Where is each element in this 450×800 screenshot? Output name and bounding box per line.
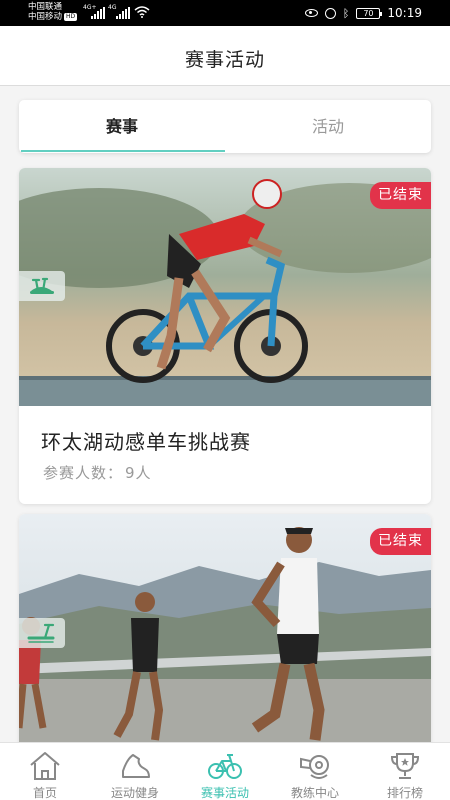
- nav-ranking[interactable]: 排行榜: [360, 743, 450, 800]
- carrier-1: 中国联通: [28, 2, 63, 12]
- nav-home[interactable]: 首页: [0, 743, 90, 800]
- participants-value: 9人: [125, 464, 152, 482]
- event-card[interactable]: 已结束: [19, 514, 431, 754]
- status-bar: 中国联通 中国移动 HD 4G+ 4G ᛒ 70 10:19: [0, 0, 450, 26]
- cyclist-photo: [19, 168, 431, 406]
- eye-comfort-icon: [304, 9, 318, 17]
- event-cover-image: [19, 514, 431, 754]
- app-header: 赛事活动: [0, 26, 450, 86]
- bicycle-icon: [208, 754, 242, 779]
- page-title: 赛事活动: [184, 49, 265, 71]
- nav-home-label: 首页: [32, 786, 57, 800]
- clock: 10:19: [387, 6, 422, 20]
- nav-ranking-label: 排行榜: [386, 786, 423, 800]
- status-right: ᛒ 70 10:19: [304, 6, 422, 20]
- sneaker-icon: [122, 754, 150, 778]
- participants-label: 参赛人数：: [43, 464, 124, 482]
- runners-photo: [19, 514, 431, 754]
- nav-coach-label: 教练中心: [290, 786, 339, 800]
- nav-fitness-label: 运动健身: [110, 786, 159, 800]
- carrier-2: 中国移动: [28, 12, 63, 22]
- status-badge: 已结束: [370, 182, 431, 209]
- battery-icon: 70: [356, 7, 383, 19]
- tab-competitions[interactable]: 赛事: [19, 100, 225, 153]
- wifi-icon: [134, 6, 150, 18]
- tab-activities[interactable]: 活动: [225, 100, 431, 153]
- app-screen: 中国联通 中国移动 HD 4G+ 4G ᛒ 70 10:19 赛事活动 赛事 活…: [0, 0, 450, 800]
- tab-bar: 赛事 活动: [19, 100, 431, 153]
- bluetooth-icon: ᛒ: [342, 6, 350, 20]
- event-card[interactable]: 已结束 环太湖动感单车挑战赛 参赛人数： 9人: [19, 168, 431, 504]
- event-participants: 参赛人数： 9人: [41, 462, 152, 483]
- nav-events[interactable]: 赛事活动: [180, 743, 270, 800]
- nav-coach[interactable]: 教练中心: [270, 743, 360, 800]
- treadmill-icon: [19, 618, 65, 648]
- status-badge: 已结束: [370, 528, 431, 555]
- trophy-icon: [390, 753, 420, 779]
- tab-active-indicator: [21, 150, 225, 152]
- bottom-navigation: 首页 运动健身 赛事活动 教练中心 排行榜: [0, 742, 450, 800]
- exercise-bike-icon: [19, 271, 65, 301]
- home-icon: [30, 752, 60, 780]
- coach-whistle-icon: [300, 755, 329, 779]
- nav-events-label: 赛事活动: [200, 786, 249, 800]
- nav-fitness[interactable]: 运动健身: [90, 743, 180, 800]
- event-cover-image: [19, 168, 431, 406]
- carrier-info: 中国联通 中国移动 HD: [28, 2, 78, 22]
- alarm-icon: [324, 7, 336, 19]
- hd-badge: HD: [64, 13, 78, 21]
- event-title: 环太湖动感单车挑战赛: [41, 430, 251, 454]
